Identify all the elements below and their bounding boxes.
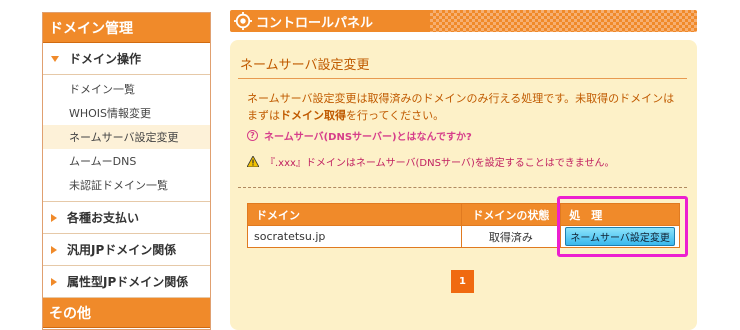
table-header-domain: ドメイン: [247, 203, 462, 226]
description-prefix: まずは: [247, 109, 280, 122]
warning-notice: 『.xxx』ドメインはネームサーバ(DNSサーバ)を設定することはできません。: [247, 154, 614, 169]
highlight-box: [557, 196, 688, 257]
main-content: コントロールパネル ネームサーバ設定変更 ネームサーバ設定変更は取得済みのドメイ…: [230, 10, 697, 330]
sidebar-item-domain-list[interactable]: ドメイン一覧: [43, 77, 210, 101]
gear-icon: [234, 12, 252, 30]
nameserver-panel: ネームサーバ設定変更 ネームサーバ設定変更は取得済みのドメインのみ行える処理です…: [230, 40, 697, 330]
sidebar-header-domain: ドメイン管理: [43, 13, 210, 43]
sidebar-category-label: 汎用JPドメイン関係: [67, 243, 177, 257]
sidebar-item-unverified[interactable]: 未認証ドメイン一覧: [43, 173, 210, 197]
header-pattern: [430, 10, 697, 32]
sidebar-category-label: 各種お支払い: [67, 211, 140, 225]
control-panel-title: コントロールパネル: [256, 15, 374, 31]
status-cell: 取得済み: [460, 225, 562, 248]
table-header-status: ドメインの状態: [460, 203, 562, 226]
warning-text: 『.xxx』ドメインはネームサーバ(DNSサーバ)を設定することはできません。: [265, 158, 615, 169]
sidebar-category-domain-ops[interactable]: ドメイン操作: [43, 43, 210, 75]
dotted-divider: [238, 187, 687, 188]
sidebar-item-whois[interactable]: WHOIS情報変更: [43, 101, 210, 125]
sidebar-category-label: 属性型JPドメイン関係: [67, 275, 189, 289]
help-link[interactable]: ? ネームサーバ(DNSサーバー)とはなんですか?: [247, 128, 472, 143]
sidebar-item-nameserver[interactable]: ネームサーバ設定変更: [43, 125, 210, 149]
triangle-right-icon: [51, 213, 57, 222]
sidebar-category-attribute-jp[interactable]: 属性型JPドメイン関係: [43, 266, 210, 298]
description-suffix: を行ってください。: [346, 109, 445, 122]
triangle-down-icon: [51, 55, 59, 62]
sidebar-category-payments[interactable]: 各種お支払い: [43, 202, 210, 234]
triangle-right-icon: [51, 245, 57, 254]
panel-description: ネームサーバ設定変更は取得済みのドメインのみ行える処理です。未取得のドメインは …: [247, 90, 687, 124]
panel-title: ネームサーバ設定変更: [240, 58, 370, 73]
sidebar-item-muumuu-dns[interactable]: ムームーDNS: [43, 149, 210, 173]
warning-icon: [247, 156, 259, 167]
panel-divider: [238, 78, 687, 79]
domain-cell: socratetsu.jp: [247, 225, 462, 248]
sidebar-category-label: ドメイン操作: [69, 52, 142, 66]
help-icon: ?: [247, 130, 258, 141]
sidebar-category-general-jp[interactable]: 汎用JPドメイン関係: [43, 234, 210, 266]
sidebar-header-other: その他: [43, 298, 210, 328]
description-line-1: ネームサーバ設定変更は取得済みのドメインのみ行える処理です。未取得のドメインは: [247, 92, 675, 105]
domain-acquire-link[interactable]: ドメイン取得: [280, 109, 346, 122]
control-panel-header: コントロールパネル: [230, 10, 697, 32]
description-line-2: まずはドメイン取得を行ってください。: [247, 107, 687, 124]
pagination-page-1[interactable]: 1: [451, 270, 474, 293]
sidebar-domain-list: ドメイン一覧 WHOIS情報変更 ネームサーバ設定変更 ムームーDNS 未認証ド…: [43, 75, 210, 202]
sidebar: ドメイン管理 ドメイン操作 ドメイン一覧 WHOIS情報変更 ネームサーバ設定変…: [42, 12, 211, 330]
help-link-text: ネームサーバ(DNSサーバー)とはなんですか?: [264, 132, 472, 143]
triangle-right-icon: [51, 277, 57, 286]
